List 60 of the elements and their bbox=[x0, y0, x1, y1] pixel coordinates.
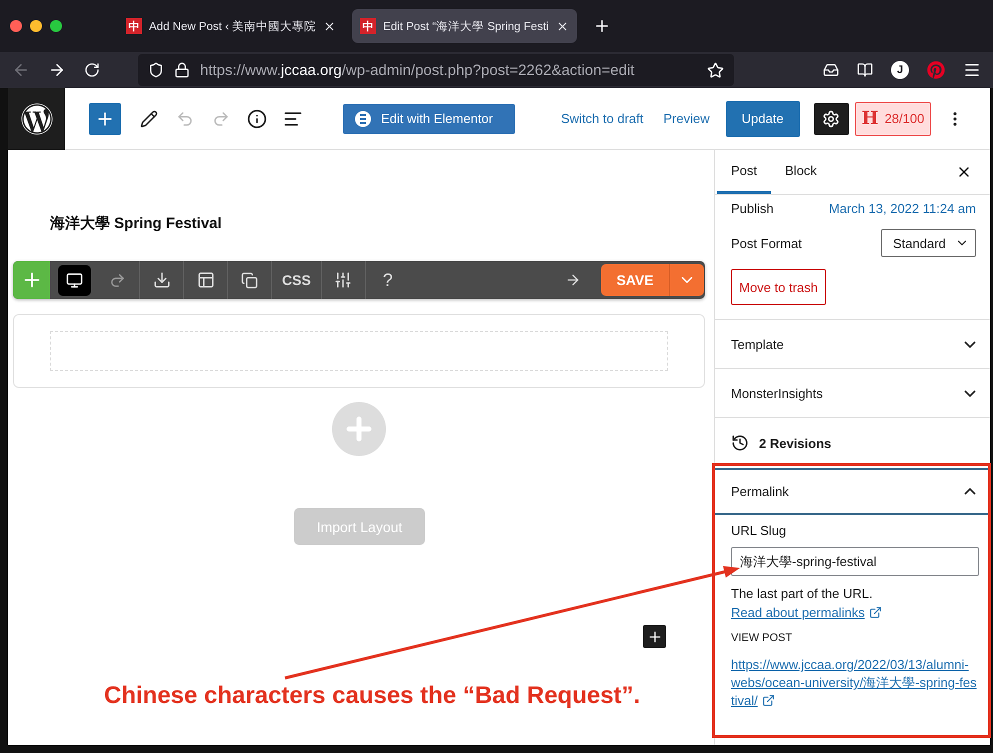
url-slug-field[interactable]: 海洋大學-spring-festival bbox=[731, 547, 979, 576]
external-link-icon bbox=[762, 694, 775, 707]
forward-icon[interactable] bbox=[48, 61, 66, 79]
help-button[interactable]: ? bbox=[366, 261, 410, 299]
monitor-button[interactable] bbox=[58, 264, 91, 296]
chevron-down-icon bbox=[964, 340, 976, 348]
tab-title: Edit Post “海洋大學 Spring Festi bbox=[383, 20, 549, 34]
help-text: The last part of the URL. Read about permalinks bbox=[731, 584, 978, 622]
update-button[interactable]: Update bbox=[726, 100, 800, 136]
switch-to-draft-button[interactable]: Switch to draft bbox=[551, 102, 654, 136]
minimize-light-icon[interactable] bbox=[30, 20, 42, 32]
elementor-button[interactable]: Edit with Elementor bbox=[343, 104, 515, 134]
seo-score-button[interactable]: H 28/100 bbox=[854, 102, 932, 136]
logo-icon[interactable] bbox=[8, 88, 65, 150]
menu-icon[interactable] bbox=[963, 61, 981, 79]
gear-icon bbox=[822, 110, 840, 128]
annotation-text: Chinese characters causes the “Bad Request”. bbox=[104, 682, 640, 710]
revisions-label: 2 Revisions bbox=[759, 436, 832, 450]
css-button[interactable]: CSS bbox=[272, 261, 322, 299]
plus-icon bbox=[646, 628, 662, 644]
zoom-light-icon[interactable] bbox=[50, 20, 62, 32]
address-field[interactable]: https://www.jccaa.org/wp-admin/post.php?post=2262&action=edit bbox=[138, 54, 734, 86]
back-icon[interactable] bbox=[12, 61, 30, 79]
external-link-icon bbox=[868, 606, 882, 619]
bookmark-star-icon[interactable] bbox=[707, 62, 724, 78]
favicon-icon: 中 bbox=[360, 18, 376, 34]
sidebar-tab[interactable]: Post bbox=[717, 150, 772, 194]
close-icon[interactable] bbox=[323, 20, 336, 32]
account-avatar[interactable]: J bbox=[891, 61, 909, 79]
preview-button[interactable]: Preview bbox=[653, 102, 720, 136]
chevron-down-icon bbox=[964, 390, 976, 396]
url-slug-label: URL Slug bbox=[731, 523, 788, 538]
publish-date-link[interactable]: March 13, 2022 11:24 am bbox=[828, 200, 976, 216]
reader-icon[interactable] bbox=[857, 62, 873, 78]
permalinks-link[interactable]: Read about permalinks bbox=[731, 605, 865, 620]
tab-title: Add New Post ‹ 美南中國大專院 bbox=[149, 19, 316, 34]
post-format-select[interactable]: Standard bbox=[881, 229, 976, 257]
lock-icon bbox=[174, 62, 190, 78]
browser-tab[interactable]: 中 Edit Post “海洋大學 Spring Festi bbox=[352, 9, 577, 43]
permalink-panel-header[interactable]: Permalink bbox=[715, 468, 990, 515]
monitor-icon bbox=[66, 272, 83, 288]
view-post-link[interactable]: https://www.jccaa.org/2022/03/13/alumni-webs/ocean-university/海洋大學-spring-festival/ bbox=[731, 656, 978, 710]
elementor-icon bbox=[355, 110, 371, 126]
history-icon bbox=[731, 434, 749, 452]
close-icon[interactable] bbox=[556, 20, 569, 32]
post-title[interactable]: 海洋大學 Spring Festival bbox=[50, 214, 714, 233]
post-format-label: Post Format bbox=[731, 236, 802, 250]
chevron-up-icon bbox=[964, 488, 976, 495]
reload-icon[interactable] bbox=[84, 62, 100, 78]
shield-icon bbox=[148, 62, 164, 78]
add-block-button[interactable] bbox=[643, 625, 666, 648]
close-light-icon[interactable] bbox=[10, 20, 22, 32]
browser-tab[interactable]: 中 Add New Post ‹ 美南中國大專院 bbox=[118, 9, 344, 43]
sidebar-tab[interactable]: Block bbox=[771, 150, 831, 194]
settings-button[interactable] bbox=[814, 102, 849, 134]
favicon-icon: 中 bbox=[126, 18, 142, 34]
publish-label: Publish bbox=[731, 200, 774, 216]
inbox-icon[interactable] bbox=[823, 62, 839, 78]
move-to-trash-button[interactable]: Move to trash bbox=[731, 269, 826, 305]
view-post-label: VIEW POST bbox=[731, 632, 794, 644]
